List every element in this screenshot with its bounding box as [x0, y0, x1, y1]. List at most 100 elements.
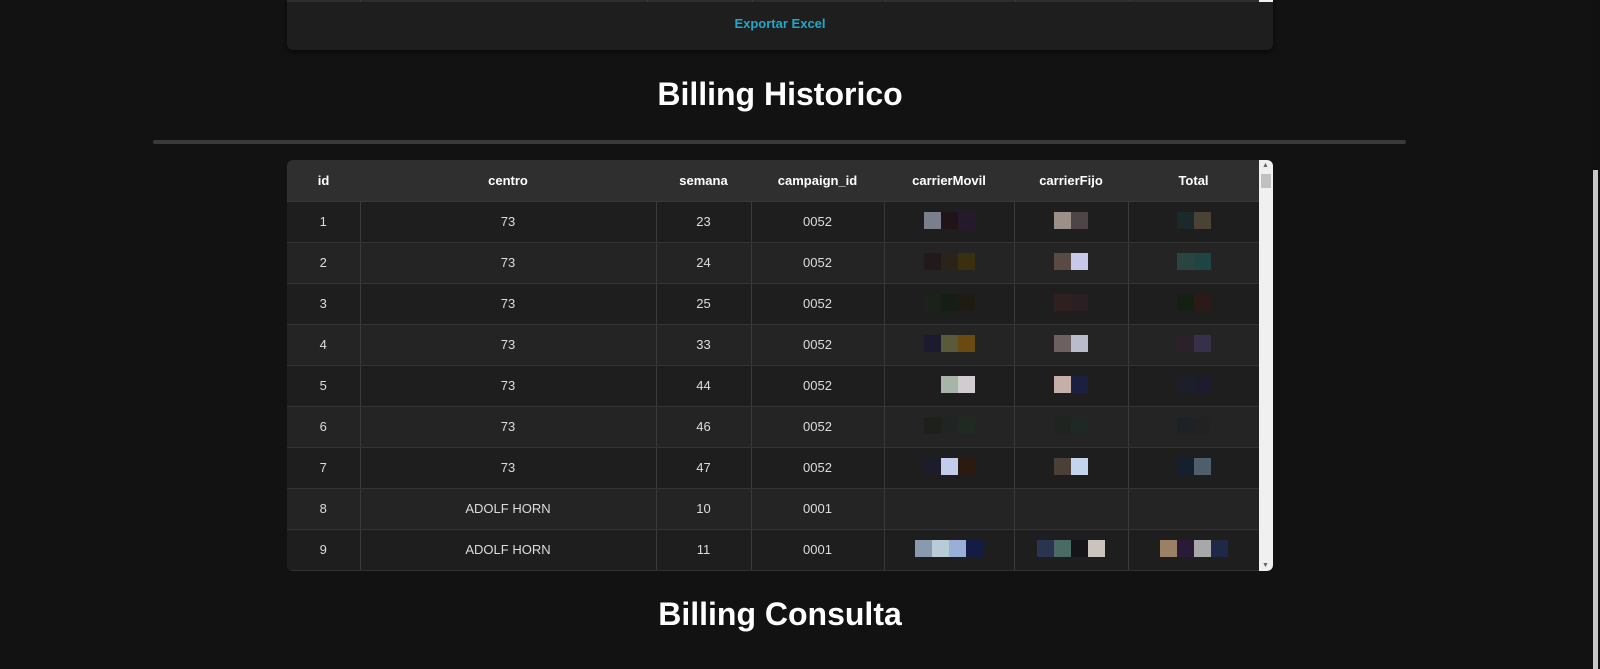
table-row[interactable]: 4 73 33 0052 — [287, 324, 1259, 366]
table-row[interactable]: 6 73 46 0052 — [287, 406, 1259, 448]
billing-consulta-title: Billing Consulta — [658, 596, 902, 632]
redacted-pixels — [915, 539, 983, 557]
redacted-pixels — [1037, 539, 1105, 557]
cell-campaign-id: 0052 — [751, 324, 885, 366]
cell-semana: 44 — [656, 365, 752, 407]
column-header-total[interactable]: Total — [1128, 160, 1259, 202]
page: Exportar Excel Billing Historico id centr… — [0, 0, 1600, 669]
cell-centro: 73 — [360, 201, 657, 243]
cell-carrier-fijo-redacted — [1014, 529, 1129, 571]
cell-total-redacted — [1128, 201, 1259, 243]
cell-carrier-movil-redacted — [884, 242, 1015, 284]
redacted-pixels — [1176, 211, 1211, 229]
redacted-pixels — [923, 293, 975, 311]
redacted-pixels — [1054, 211, 1088, 229]
cell-centro: 73 — [360, 242, 657, 284]
cell-total-redacted — [1128, 283, 1259, 325]
cell-total-redacted — [1128, 324, 1259, 366]
cell-total-redacted — [1128, 365, 1259, 407]
table-row[interactable]: 2 73 24 0052 — [287, 242, 1259, 284]
scrollbar-thumb[interactable] — [1261, 174, 1271, 188]
cell-id: 9 — [287, 529, 361, 571]
redacted-pixels — [923, 457, 975, 475]
table-row[interactable]: 9 ADOLF HORN 11 0001 — [287, 529, 1259, 571]
redacted-pixels — [923, 211, 975, 229]
redacted-pixels — [1054, 252, 1088, 270]
cell-id: 6 — [287, 406, 361, 448]
cell-carrier-fijo-redacted — [1014, 406, 1129, 448]
cell-carrier-fijo-redacted — [1014, 365, 1129, 407]
cell-id: 2 — [287, 242, 361, 284]
cell-centro: 73 — [360, 324, 657, 366]
column-header-id[interactable]: id — [287, 160, 360, 202]
redacted-pixels — [1176, 252, 1211, 270]
cell-id: 8 — [287, 488, 361, 530]
redacted-pixels — [1176, 334, 1211, 352]
table-row[interactable]: 8 ADOLF HORN 10 0001 — [287, 488, 1259, 530]
cell-total-redacted — [1128, 529, 1259, 571]
cell-carrier-fijo-redacted — [1014, 447, 1129, 489]
cell-semana: 47 — [656, 447, 752, 489]
column-header-centro[interactable]: centro — [360, 160, 656, 202]
scroll-down-icon[interactable]: ▼ — [1262, 562, 1269, 569]
cell-semana: 24 — [656, 242, 752, 284]
billing-historico-table: id centro semana campaign_id carrierMovil car… — [287, 160, 1273, 571]
cell-semana: 25 — [656, 283, 752, 325]
redacted-pixels — [1176, 375, 1211, 393]
page-scrollbar-thumb[interactable] — [1593, 170, 1598, 669]
divider — [287, 0, 1273, 2]
column-header-carrierfijo[interactable]: carrierFijo — [1014, 160, 1128, 202]
table-row[interactable]: 1 73 23 0052 — [287, 201, 1259, 243]
cell-carrier-fijo-redacted — [1014, 488, 1129, 530]
cell-campaign-id: 0001 — [751, 488, 885, 530]
cell-centro: ADOLF HORN — [360, 529, 657, 571]
cell-id: 1 — [287, 201, 361, 243]
redacted-pixels — [1054, 457, 1088, 475]
cell-semana: 46 — [656, 406, 752, 448]
column-header-semana[interactable]: semana — [656, 160, 751, 202]
cell-campaign-id: 0052 — [751, 201, 885, 243]
redacted-pixels — [923, 498, 975, 516]
redacted-pixels — [1054, 498, 1088, 516]
redacted-pixels — [923, 416, 975, 434]
cell-carrier-fijo-redacted — [1014, 242, 1129, 284]
cell-carrier-movil-redacted — [884, 201, 1015, 243]
cell-carrier-fijo-redacted — [1014, 201, 1129, 243]
cell-centro: 73 — [360, 406, 657, 448]
redacted-pixels — [1054, 375, 1088, 393]
cell-carrier-movil-redacted — [884, 447, 1015, 489]
cell-campaign-id: 0052 — [751, 447, 885, 489]
cell-total-redacted — [1128, 406, 1259, 448]
redacted-pixels — [1054, 334, 1088, 352]
column-header-carriermovil[interactable]: carrierMovil — [884, 160, 1014, 202]
cell-id: 5 — [287, 365, 361, 407]
redacted-pixels — [923, 252, 975, 270]
cell-centro: 73 — [360, 447, 657, 489]
cell-total-redacted — [1128, 242, 1259, 284]
table-row[interactable]: 3 73 25 0052 — [287, 283, 1259, 325]
column-header-campaign_id[interactable]: campaign_id — [751, 160, 884, 202]
cell-carrier-fijo-redacted — [1014, 283, 1129, 325]
cell-id: 7 — [287, 447, 361, 489]
cell-id: 3 — [287, 283, 361, 325]
table-row[interactable]: 5 73 44 0052 — [287, 365, 1259, 407]
export-excel-button[interactable]: Exportar Excel — [287, 16, 1273, 31]
redacted-pixels — [1054, 416, 1088, 434]
table-scrollbar[interactable]: ▲ ▼ — [1259, 160, 1273, 571]
cell-total-redacted — [1128, 488, 1259, 530]
table-row[interactable]: 7 73 47 0052 — [287, 447, 1259, 489]
cell-campaign-id: 0001 — [751, 529, 885, 571]
cell-carrier-movil-redacted — [884, 283, 1015, 325]
billing-historico-title: Billing Historico — [657, 76, 903, 112]
scroll-up-icon[interactable]: ▲ — [1262, 162, 1269, 169]
cell-campaign-id: 0052 — [751, 365, 885, 407]
cell-carrier-movil-redacted — [884, 406, 1015, 448]
page-scrollbar[interactable] — [1592, 0, 1600, 669]
redacted-pixels — [1054, 293, 1088, 311]
cell-centro: 73 — [360, 283, 657, 325]
redacted-pixels — [1176, 293, 1211, 311]
cell-centro: ADOLF HORN — [360, 488, 657, 530]
cell-carrier-movil-redacted — [884, 529, 1015, 571]
redacted-pixels — [1176, 416, 1211, 434]
cell-semana: 11 — [656, 529, 752, 571]
